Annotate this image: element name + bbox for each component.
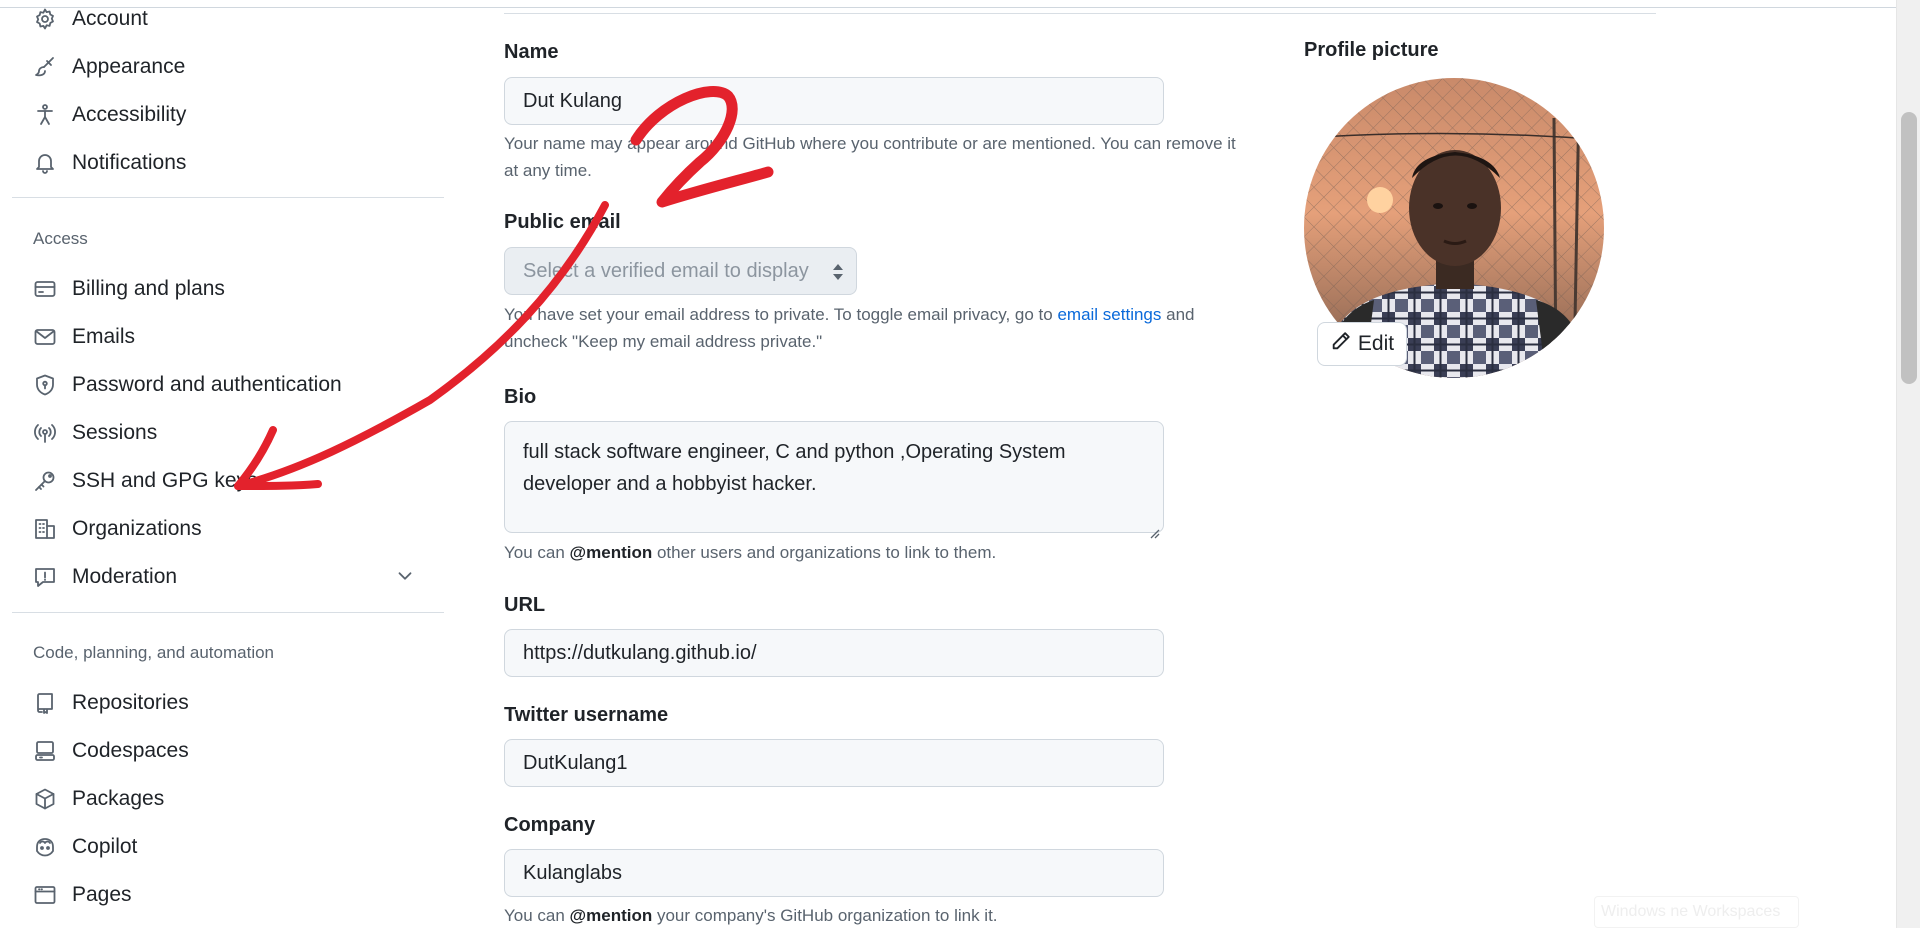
accessibility-icon [32, 102, 58, 128]
scrollbar-thumb[interactable] [1901, 112, 1917, 384]
shield-lock-icon [32, 372, 58, 398]
sidebar-item-notifications[interactable]: Notifications [12, 141, 444, 185]
public-email-label: Public email [504, 211, 621, 233]
sidebar-item-repositories[interactable]: Repositories [12, 681, 444, 725]
sidebar-item-label: Account [72, 7, 148, 30]
sidebar-item-pages[interactable]: Pages [12, 873, 444, 917]
sidebar-item-label: Notifications [72, 151, 187, 174]
package-icon [32, 786, 58, 812]
sidebar-item-label: Packages [72, 787, 165, 810]
public-email-placeholder: Select a verified email to display [523, 259, 809, 282]
company-hint-text-end: your company's GitHub organization to li… [652, 906, 998, 925]
credit-card-icon [32, 276, 58, 302]
company-input-value: Kulanglabs [523, 861, 622, 884]
bio-label: Bio [504, 386, 537, 408]
edit-label: Edit [1357, 332, 1395, 355]
browser-icon [32, 882, 58, 908]
name-hint: Your name may appear around GitHub where… [504, 134, 1236, 180]
page-scrollbar[interactable] [1896, 0, 1920, 928]
sidebar-item-label: Organizations [72, 517, 202, 540]
sidebar-item-label: Pages [72, 883, 132, 906]
repo-icon [32, 690, 58, 716]
profile-picture-title: Profile picture [1304, 39, 1439, 61]
sidebar-item-label: Moderation [72, 565, 178, 588]
sidebar-item-appearance[interactable]: Appearance [12, 45, 444, 89]
select-arrows-icon [832, 262, 844, 282]
sidebar-item-billing[interactable]: Billing and plans [12, 267, 444, 311]
report-icon [32, 564, 58, 590]
email-hint-text: You have set your email address to priva… [504, 305, 1058, 324]
sidebar-item-label: Appearance [72, 55, 186, 78]
sidebar-item-label: Codespaces [72, 739, 189, 762]
twitter-label: Twitter username [504, 704, 669, 726]
codespaces-icon [32, 738, 58, 764]
sidebar-item-password[interactable]: Password and authentication [12, 363, 444, 407]
twitter-input-value: DutKulang1 [523, 751, 628, 774]
sidebar-item-packages[interactable]: Packages [12, 777, 444, 821]
name-input[interactable]: Dut Kulang [504, 77, 1164, 125]
twitter-input[interactable]: DutKulang1 [504, 739, 1164, 787]
resize-handle-icon[interactable] [1148, 517, 1160, 539]
url-input[interactable]: https://dutkulang.github.io/ [504, 629, 1164, 677]
edit-profile-picture-button[interactable]: Edit [1317, 322, 1407, 366]
public-email-select[interactable]: Select a verified email to display [504, 247, 857, 295]
sidebar-item-label: Password and authentication [72, 373, 342, 396]
bell-icon [32, 150, 58, 176]
sidebar-item-copilot[interactable]: Copilot [12, 825, 444, 869]
bio-hint-mention: @mention [569, 543, 653, 562]
sidebar-divider [12, 612, 444, 613]
pencil-icon [1330, 330, 1358, 358]
windows-watermark: Windows ne Workspaces [1594, 896, 1799, 928]
sidebar-item-label: Emails [72, 325, 136, 348]
sidebar-item-label: SSH and GPG keys [72, 469, 258, 492]
paintbrush-icon [32, 54, 58, 80]
sidebar-item-label: Accessibility [72, 103, 187, 126]
sidebar-item-label: Repositories [72, 691, 189, 714]
organization-icon [32, 516, 58, 542]
sidebar-item-ssh-gpg-keys[interactable]: SSH and GPG keys [12, 459, 444, 503]
sidebar-item-emails[interactable]: Emails [12, 315, 444, 359]
name-label: Name [504, 41, 559, 63]
copilot-icon [32, 834, 58, 860]
sidebar-item-moderation[interactable]: Moderation [12, 555, 444, 599]
settings-sidebar: Account Appearance Accessibility Notific… [12, 0, 444, 928]
name-input-value: Dut Kulang [523, 89, 622, 112]
company-hint-text: You can [504, 906, 570, 925]
bio-hint-text: You can [504, 543, 570, 562]
company-hint: You can @mention your company's GitHub o… [504, 902, 1244, 928]
mail-icon [32, 324, 58, 350]
sidebar-group-title-code: Code, planning, and automation [33, 643, 275, 662]
key-icon [32, 468, 58, 494]
sidebar-item-codespaces[interactable]: Codespaces [12, 729, 444, 773]
content-top-divider [504, 13, 1656, 14]
sidebar-item-organizations[interactable]: Organizations [12, 507, 444, 551]
company-label: Company [504, 814, 596, 836]
bio-hint-text-end: other users and organizations to link to… [652, 543, 997, 562]
sidebar-item-account[interactable]: Account [12, 0, 444, 41]
sidebar-item-label: Billing and plans [72, 277, 225, 300]
sidebar-group-title-access: Access [33, 229, 88, 248]
bio-hint: You can @mention other users and organiz… [504, 539, 1244, 566]
bio-textarea[interactable]: full stack software engineer, C and pyth… [504, 421, 1164, 539]
broadcast-icon [32, 420, 58, 446]
email-settings-link[interactable]: email settings [1057, 305, 1161, 324]
sidebar-item-label: Copilot [72, 835, 138, 858]
company-input[interactable]: Kulanglabs [504, 849, 1164, 897]
chevron-down-icon[interactable] [394, 565, 418, 589]
bio-value: full stack software engineer, C and pyth… [523, 441, 1066, 495]
url-label: URL [504, 594, 546, 616]
url-input-value: https://dutkulang.github.io/ [523, 641, 757, 664]
sidebar-item-label: Sessions [72, 421, 158, 444]
company-hint-mention: @mention [569, 906, 653, 925]
sidebar-item-sessions[interactable]: Sessions [12, 411, 444, 455]
sidebar-item-accessibility[interactable]: Accessibility [12, 93, 444, 137]
gear-icon [32, 6, 58, 32]
public-email-hint: You have set your email address to priva… [504, 301, 1244, 355]
sidebar-divider [12, 197, 444, 198]
